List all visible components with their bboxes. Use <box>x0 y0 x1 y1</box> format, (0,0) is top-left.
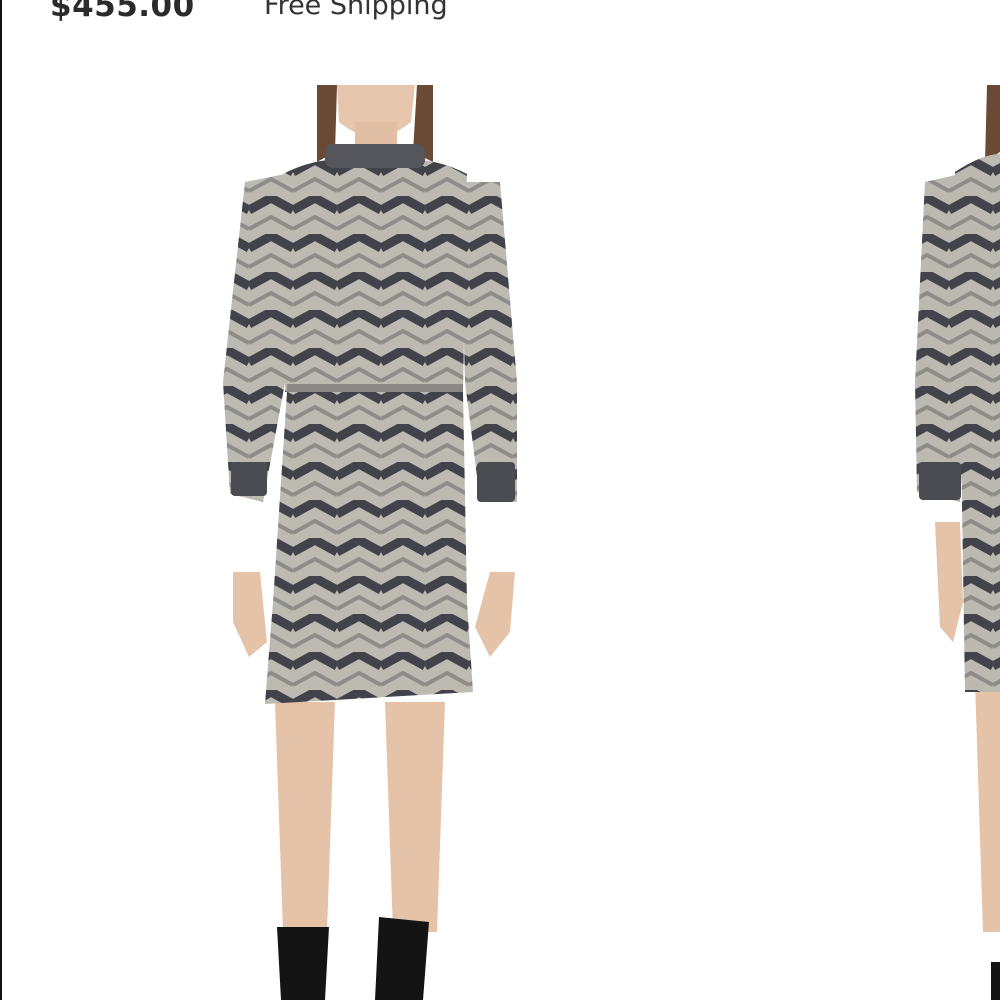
product-image-main[interactable] <box>205 82 545 1000</box>
product-price: $455.00 <box>50 0 195 24</box>
product-image-carousel[interactable] <box>0 60 1000 1000</box>
shipping-info: Free Shipping <box>264 0 448 21</box>
product-image-next[interactable] <box>905 82 1000 1000</box>
